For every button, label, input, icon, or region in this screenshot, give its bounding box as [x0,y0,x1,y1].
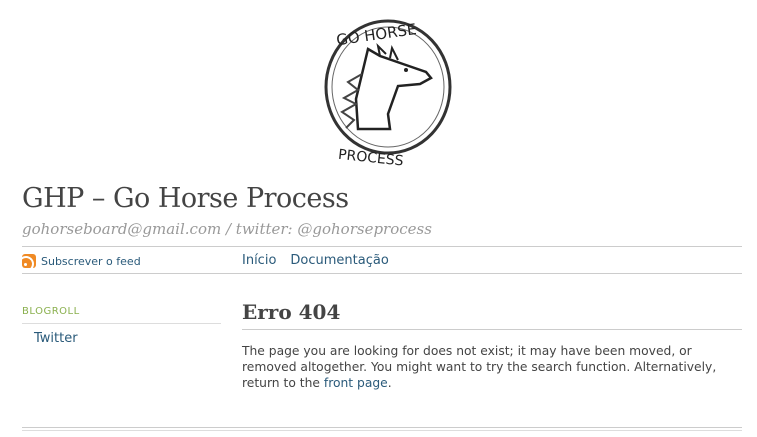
subscribe-feed-link[interactable]: Subscrever o feed [22,254,141,268]
blogroll-link-twitter[interactable]: Twitter [34,331,78,346]
subscribe-feed-label: Subscrever o feed [41,254,141,268]
logo-text-bottom: PROCESS [337,147,404,170]
footer-divider-secondary [22,430,742,431]
page-title: Erro 404 [242,300,341,324]
rss-icon [22,254,36,268]
title-divider [242,329,742,330]
nav-item-inicio[interactable]: Início [242,253,276,268]
error-message-end: . [387,376,392,390]
error-message-text: The page you are looking for does not ex… [242,344,717,390]
site-description: gohorseboard@gmail.com / twitter: @gohor… [22,220,432,238]
header-divider [22,246,742,247]
logo-text-top: GO HORSE [335,20,417,49]
error-message: The page you are looking for does not ex… [242,343,742,391]
main-nav: Início Documentação [242,253,389,268]
footer-divider [22,427,742,428]
front-page-link[interactable]: front page [324,376,388,390]
blogroll-heading: BLOGROLL [22,306,80,317]
nav-item-documentacao[interactable]: Documentação [290,253,388,268]
logo-image[interactable]: GO HORSE PROCESS [318,4,458,174]
blogroll-divider [22,323,221,324]
site-title[interactable]: GHP – Go Horse Process [22,183,349,214]
nav-divider [22,273,742,274]
